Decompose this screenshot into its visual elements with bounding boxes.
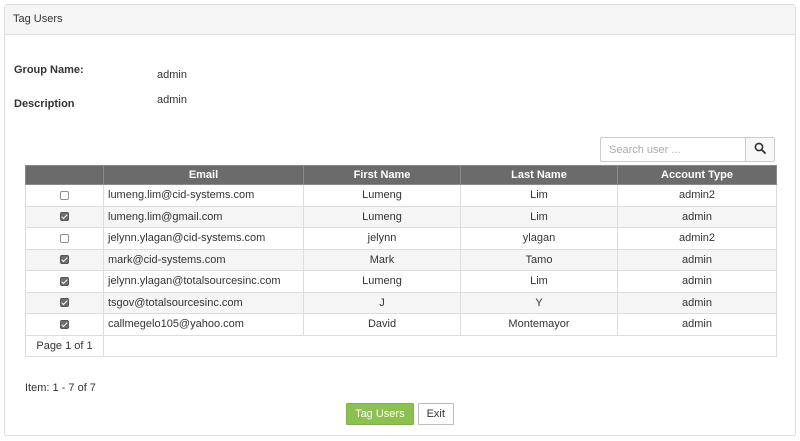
row-select-cell [25,205,104,228]
account-type-cell: admin [617,291,777,314]
panel-title: Tag Users [5,5,795,35]
account-type-cell: admin [617,205,777,228]
row-select-cell [25,227,104,250]
pager-row: Page 1 of 1 [25,334,777,357]
action-buttons: Tag Users Exit [5,403,795,425]
account-type-cell: admin2 [617,227,777,250]
table-row[interactable]: mark@cid-systems.com Mark Tamo admin [25,248,777,271]
row-select-cell [25,313,104,336]
email-cell: tsgov@totalsourcesinc.com [103,291,304,314]
table-row[interactable]: lumeng.lim@gmail.com Lumeng Lim admin [25,205,777,228]
column-header-select [25,165,104,185]
row-checkbox[interactable] [60,276,69,286]
email-cell: lumeng.lim@cid-systems.com [103,184,304,207]
email-cell: mark@cid-systems.com [103,248,304,271]
table-row[interactable]: jelynn.ylagan@cid-systems.com jelynn ylaga… [25,227,777,250]
row-checkbox[interactable] [60,190,69,200]
email-cell: jelynn.ylagan@totalsourcesinc.com [103,270,304,293]
search-icon [754,142,766,157]
email-cell: jelynn.ylagan@cid-systems.com [103,227,304,250]
last-name-cell: Lim [460,205,618,228]
account-type-cell: admin [617,270,777,293]
users-table: Email First Name Last Name Account Type … [25,165,777,357]
description-label: Description [14,98,75,110]
pager-filler [103,334,777,357]
row-checkbox[interactable] [60,233,69,243]
row-select-cell [25,248,104,271]
exit-button[interactable]: Exit [417,403,454,425]
row-select-cell [25,291,104,314]
email-cell: callmegelo105@yahoo.com [103,313,304,336]
last-name-cell: Y [460,291,618,314]
search-box [600,137,775,162]
last-name-cell: Lim [460,270,618,293]
column-header-email[interactable]: Email [103,165,304,185]
account-type-cell: admin2 [617,184,777,207]
row-checkbox[interactable] [60,212,69,222]
group-name-value: admin [157,69,187,81]
account-type-cell: admin [617,313,777,336]
column-header-account-type[interactable]: Account Type [617,165,777,185]
row-select-cell [25,184,104,207]
table-row[interactable]: tsgov@totalsourcesinc.com J Yadmin [25,291,777,314]
account-type-cell: admin [617,248,777,271]
tag-users-panel: Tag Users Group Name: admin Description … [4,4,796,436]
last-name-cell: Lim [460,184,618,207]
pager-label: Page 1 of 1 [25,334,104,357]
table-header-row: Email First Name Last Name Account Type [25,165,777,185]
row-select-cell [25,270,104,293]
item-count: Item: 1 - 7 of 7 [25,382,96,394]
table-row[interactable]: callmegelo105@yahoo.com David Montemayor ad… [25,313,777,336]
row-checkbox[interactable] [60,255,69,265]
last-name-cell: Montemayor [460,313,618,336]
column-header-first-name[interactable]: First Name [303,165,461,185]
first-name-cell: Mark [303,248,461,271]
last-name-cell: ylagan [460,227,618,250]
search-button[interactable] [745,138,774,161]
table-row[interactable]: jelynn.ylagan@totalsourcesinc.com Lumeng L… [25,270,777,293]
first-name-cell: Lumeng [303,184,461,207]
group-name-label: Group Name: [14,64,84,76]
table-row[interactable]: lumeng.lim@cid-systems.com Lumeng Lim admin… [25,184,777,207]
search-input[interactable] [601,138,745,161]
last-name-cell: Tamo [460,248,618,271]
first-name-cell: Lumeng [303,205,461,228]
first-name-cell: J [303,291,461,314]
row-checkbox[interactable] [60,298,69,308]
description-value: admin [157,94,187,106]
first-name-cell: jelynn [303,227,461,250]
column-header-last-name[interactable]: Last Name [460,165,618,185]
email-cell: lumeng.lim@gmail.com [103,205,304,228]
tag-users-button[interactable]: Tag Users [346,403,414,425]
first-name-cell: Lumeng [303,270,461,293]
row-checkbox[interactable] [60,319,69,329]
first-name-cell: David [303,313,461,336]
